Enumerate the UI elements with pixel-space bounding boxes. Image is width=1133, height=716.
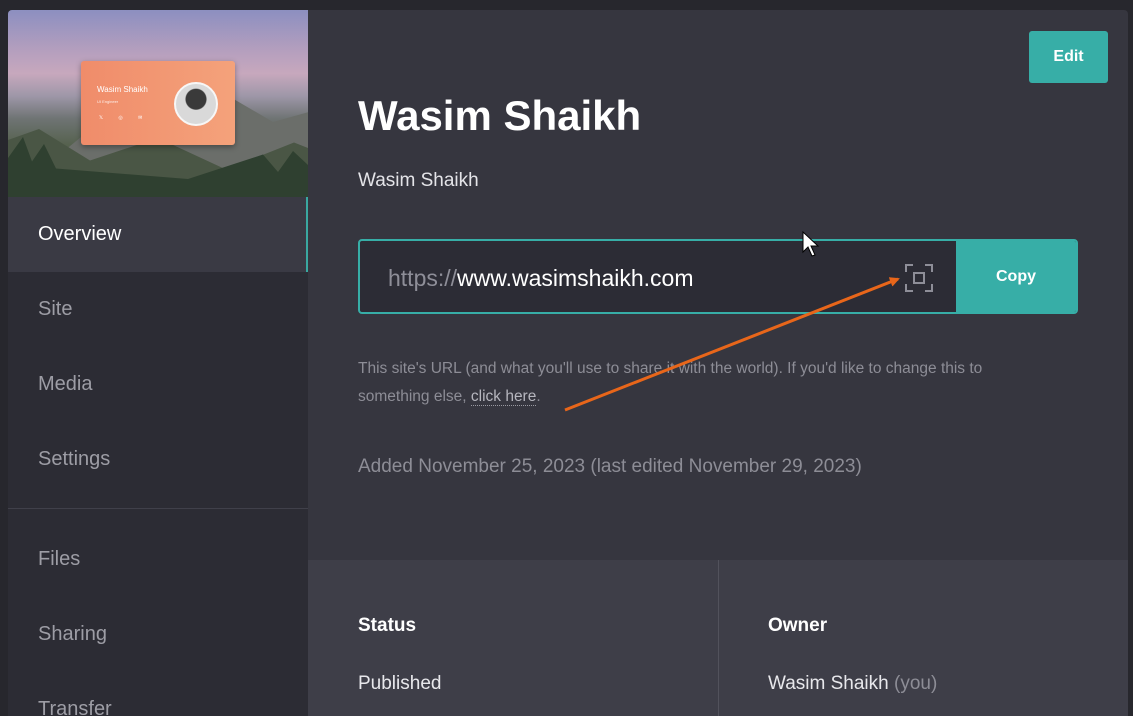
column-divider — [718, 560, 719, 716]
card-name: Wasim Shaikh — [97, 85, 148, 94]
sidebar-item-files[interactable]: Files — [8, 522, 308, 597]
site-url-text[interactable]: https://www.wasimshaikh.com — [388, 265, 694, 292]
sidebar-item-overview[interactable]: Overview — [8, 197, 308, 272]
owner-value: Wasim Shaikh (you) — [768, 673, 937, 695]
card-role: UI Engineer — [97, 99, 119, 104]
url-host: www.wasimshaikh.com — [457, 265, 694, 291]
url-protocol: https:// — [388, 265, 458, 291]
owner-heading: Owner — [768, 615, 828, 636]
copy-button[interactable]: Copy — [956, 241, 1076, 312]
sidebar-item-site[interactable]: Site — [8, 272, 308, 347]
card-social-icons: 𝕏 ◎ ✉ — [99, 115, 150, 121]
info-panel: Status Published Owner Wasim Shaikh (you… — [308, 560, 1128, 716]
app-window: Wasim Shaikh UI Engineer 𝕏 ◎ ✉ Overview … — [8, 10, 1128, 716]
page-title: Wasim Shaikh — [358, 92, 642, 139]
status-value: Published — [358, 673, 442, 694]
status-heading: Status — [358, 615, 417, 636]
page-subtitle: Wasim Shaikh — [358, 170, 479, 191]
sidebar-divider — [8, 508, 308, 509]
qr-frame-icon[interactable] — [904, 263, 934, 293]
help-text: This site's URL (and what you'll use to … — [358, 360, 983, 405]
owner-name: Wasim Shaikh — [768, 673, 889, 694]
sidebar-item-sharing[interactable]: Sharing — [8, 597, 308, 672]
edit-button[interactable]: Edit — [1029, 31, 1108, 83]
date-added-text: Added November 25, 2023 (last edited Nov… — [358, 456, 862, 477]
profile-card-preview: Wasim Shaikh UI Engineer 𝕏 ◎ ✉ — [81, 61, 235, 145]
sidebar-item-transfer[interactable]: Transfer — [8, 672, 308, 716]
owner-you-label: (you) — [894, 673, 938, 694]
site-preview-thumbnail[interactable]: Wasim Shaikh UI Engineer 𝕏 ◎ ✉ — [8, 10, 308, 197]
avatar — [174, 82, 218, 126]
help-text-end: . — [536, 388, 541, 405]
sidebar: Wasim Shaikh UI Engineer 𝕏 ◎ ✉ Overview … — [8, 10, 308, 716]
site-url-field[interactable]: https://www.wasimshaikh.com Copy — [358, 239, 1078, 314]
url-help-text: This site's URL (and what you'll use to … — [358, 355, 1038, 411]
sidebar-item-media[interactable]: Media — [8, 347, 308, 422]
sidebar-item-settings[interactable]: Settings — [8, 422, 308, 497]
main-panel: Edit Wasim Shaikh Wasim Shaikh https://w… — [308, 10, 1128, 716]
change-url-link[interactable]: click here — [470, 388, 537, 406]
